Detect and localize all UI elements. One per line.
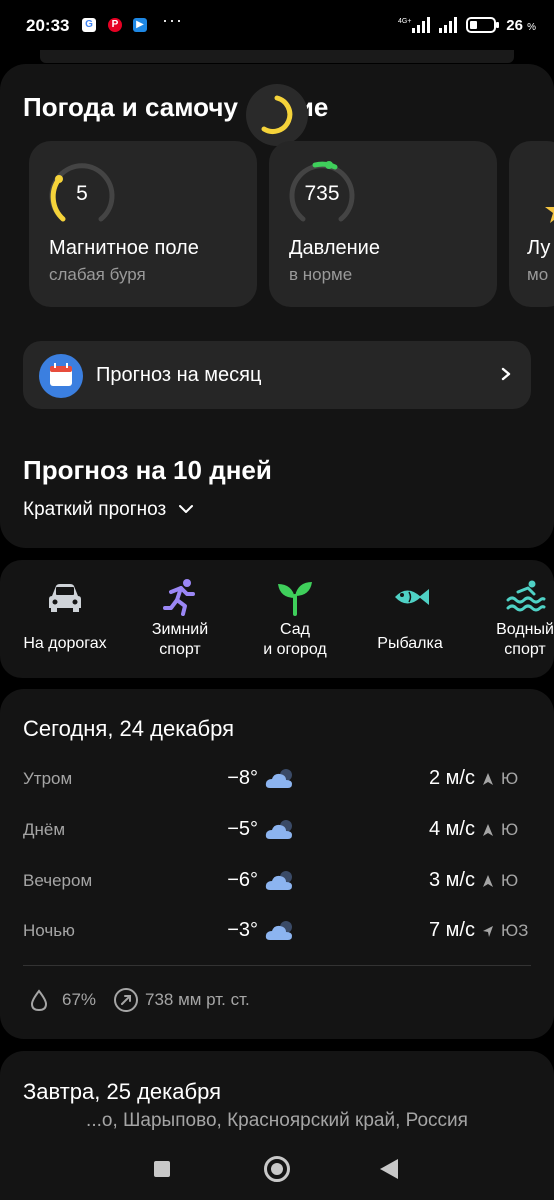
- wind-direction-icon: [483, 824, 493, 836]
- moon-label: Лу: [527, 237, 551, 259]
- activity-label: Зимний спорт: [151, 621, 209, 658]
- chevron-right-icon: [501, 367, 511, 381]
- row-temp: −3°: [227, 919, 258, 941]
- humidity-icon: [30, 989, 48, 1012]
- moon-star-icon: [545, 207, 554, 223]
- home-button[interactable]: [264, 1156, 290, 1182]
- month-forecast-button[interactable]: Прогноз на месяц: [23, 341, 531, 409]
- moon-status: мо: [527, 265, 549, 284]
- row-direction: Ю: [501, 871, 519, 890]
- loading-spinner-icon: [246, 84, 308, 146]
- pressure-value: 735: [304, 182, 340, 205]
- row-wind: 7 м/с: [429, 919, 475, 941]
- row-period: Ночью: [23, 921, 75, 940]
- fish-icon: [395, 589, 429, 605]
- location-label: ...о, Шарыпово, Красноярский край, Росси…: [86, 1110, 468, 1131]
- pressure-label: Давление: [289, 237, 380, 259]
- tomorrow-title: Завтра, 25 декабря: [23, 1079, 221, 1104]
- status-bar: 20:33 G P ▶ ··· 4G+ 26 %: [0, 0, 554, 50]
- row-wind: 4 м/с: [429, 818, 475, 840]
- battery-icon: [466, 17, 500, 33]
- row-temp: −6°: [227, 869, 258, 891]
- activity-label: На дорогах: [23, 635, 107, 652]
- system-nav-bar: [0, 1140, 554, 1200]
- wind-direction-icon: [483, 875, 493, 887]
- row-temp: −8°: [227, 767, 258, 789]
- cloud-icon: [265, 921, 292, 940]
- pressure-status: в норме: [289, 265, 353, 284]
- magnetic-field-card[interactable]: 5 Магнитное поле слабая буря: [29, 141, 257, 307]
- wind-direction-icon: [483, 926, 493, 937]
- humidity-value: 67%: [62, 990, 97, 1009]
- row-direction: Ю: [501, 820, 519, 839]
- signal-icon-2: [439, 17, 458, 33]
- battery-percent: 26 %: [506, 16, 536, 34]
- more-notifications-icon: ···: [162, 10, 183, 30]
- today-title: Сегодня, 24 декабря: [23, 716, 235, 741]
- row-period: Вечером: [23, 871, 93, 890]
- row-period: Днём: [23, 820, 66, 839]
- chevron-down-icon: [178, 505, 193, 513]
- activity-label: Водный спорт: [496, 621, 554, 658]
- row-direction: Ю: [501, 769, 519, 788]
- row-temp: −5°: [227, 818, 258, 840]
- divider: [23, 965, 531, 966]
- pressure-card[interactable]: 735 Давление в норме: [269, 141, 497, 307]
- runner-icon: [163, 579, 195, 616]
- waves-icon: [506, 580, 546, 612]
- row-wind: 2 м/с: [429, 767, 475, 789]
- previous-card-edge: [40, 50, 514, 63]
- network-type: 4G+: [398, 18, 411, 25]
- status-time: 20:33: [26, 16, 70, 35]
- month-forecast-label: Прогноз на месяц: [96, 364, 262, 386]
- ten-day-title: Прогноз на 10 дней: [23, 455, 272, 485]
- row-direction: ЮЗ: [501, 921, 529, 940]
- calendar-icon: [39, 354, 83, 398]
- pinterest-icon: P: [108, 18, 122, 32]
- cloud-icon: [265, 871, 292, 890]
- pressure-value: 738 мм рт. ст.: [145, 990, 250, 1009]
- row-period: Утром: [23, 769, 73, 788]
- activity-label: Рыбалка: [377, 635, 443, 652]
- pressure-icon: [114, 988, 138, 1012]
- cloud-icon: [265, 820, 292, 839]
- back-button[interactable]: [380, 1159, 398, 1179]
- forecast-mode-label: Краткий прогноз: [23, 499, 167, 520]
- recents-button[interactable]: [154, 1161, 170, 1177]
- cloud-icon: [265, 769, 292, 788]
- play-icon: ▶: [133, 18, 147, 32]
- magnetic-label: Магнитное поле: [49, 237, 199, 259]
- sprout-icon: [278, 582, 312, 616]
- magnetic-status: слабая буря: [49, 265, 146, 284]
- car-icon: [49, 584, 81, 612]
- signal-icon: 4G+: [398, 17, 431, 33]
- forecast-mode-dropdown[interactable]: Краткий прогноз: [23, 499, 194, 521]
- magnetic-value: 5: [76, 182, 88, 205]
- wind-direction-icon: [483, 773, 493, 785]
- activity-label: Сад и огород: [263, 621, 327, 658]
- status-indicators: 4G+ 26 %: [398, 14, 536, 36]
- row-wind: 3 м/с: [429, 869, 475, 891]
- google-icon: G: [82, 18, 96, 32]
- moon-card[interactable]: Лу мо: [509, 141, 554, 307]
